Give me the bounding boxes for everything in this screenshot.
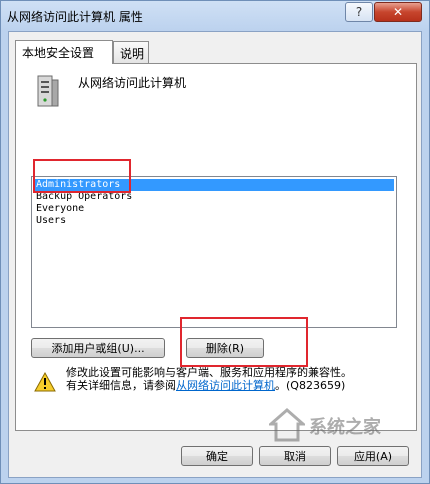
tab-label: 本地安全设置 — [22, 46, 95, 60]
remove-button[interactable]: 删除(R) — [186, 338, 264, 358]
tab-panel: 从网络访问此计算机 Administrators Backup Operator… — [15, 63, 417, 431]
help-icon: ? — [355, 5, 363, 19]
watermark-house-icon — [269, 408, 305, 442]
policy-help-link[interactable]: 从网络访问此计算机 — [176, 379, 275, 392]
cancel-button[interactable]: 取消 — [259, 446, 331, 466]
warning-line-2-suffix: 。(Q823659) — [275, 379, 346, 392]
apply-button[interactable]: 应用(A) — [337, 446, 409, 466]
policy-name: 从网络访问此计算机 — [78, 76, 187, 90]
list-item[interactable]: Users — [34, 215, 394, 227]
warning-line-2: 有关详细信息，请参阅从网络访问此计算机。(Q823659) — [66, 379, 406, 392]
tab-label: 说明 — [120, 47, 145, 61]
close-button[interactable]: ✕ — [374, 2, 422, 22]
watermark-logo: 系统之家 — [269, 403, 419, 447]
ok-button[interactable]: 确定 — [181, 446, 253, 466]
compatibility-warning: 修改此设置可能影响与客户端、服务和应用程序的兼容性。 有关详细信息，请参阅从网络… — [66, 366, 406, 392]
user-group-list[interactable]: Administrators Backup Operators Everyone… — [31, 176, 397, 328]
tab-explain[interactable]: 说明 — [113, 41, 149, 63]
list-item[interactable]: Administrators — [34, 179, 394, 191]
warning-line-1: 修改此设置可能影响与客户端、服务和应用程序的兼容性。 — [66, 366, 352, 379]
list-item[interactable]: Everyone — [34, 203, 394, 215]
warning-line-2-prefix: 有关详细信息，请参阅 — [66, 379, 176, 392]
add-user-or-group-button[interactable]: 添加用户或组(U)... — [31, 338, 165, 358]
window-title: 从网络访问此计算机 属性 — [7, 10, 143, 24]
warning-icon — [34, 372, 56, 392]
list-item[interactable]: Backup Operators — [34, 191, 394, 203]
watermark-text: 系统之家 — [309, 417, 381, 438]
help-button[interactable]: ? — [345, 2, 373, 22]
server-icon — [37, 75, 59, 107]
close-icon: ✕ — [392, 5, 404, 19]
properties-window: 从网络访问此计算机 属性 ? ✕ 本地安全设置 说明 从网络访问此计算机 Adm… — [0, 0, 430, 484]
title-bar[interactable]: 从网络访问此计算机 属性 ? ✕ — [1, 1, 429, 31]
tab-local-security-setting[interactable]: 本地安全设置 — [15, 40, 113, 64]
